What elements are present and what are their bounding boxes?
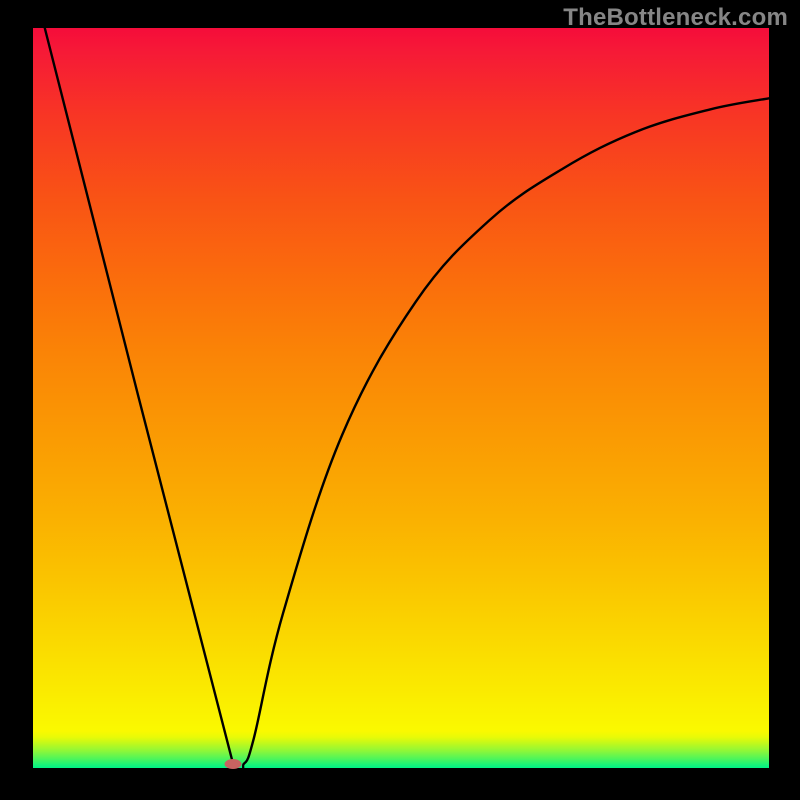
watermark-label: TheBottleneck.com [563,4,788,32]
chart-plot-area [33,28,769,768]
chart-marker-dot [225,759,242,769]
chart-curve [33,28,769,768]
